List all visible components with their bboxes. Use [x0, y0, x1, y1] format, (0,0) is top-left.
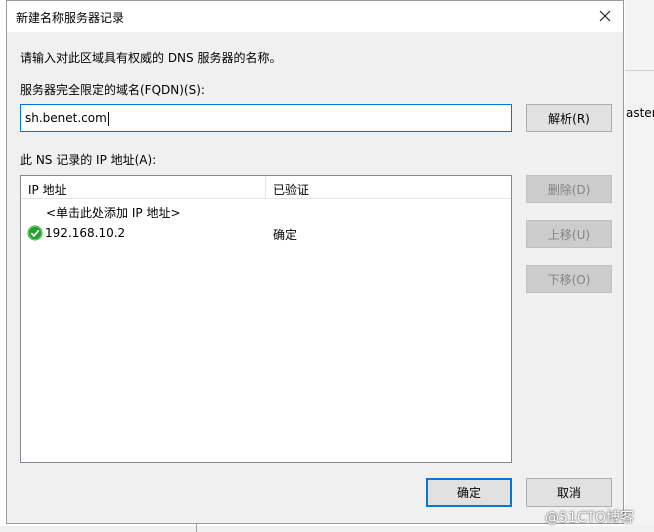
column-separator[interactable] — [265, 176, 266, 198]
dialog-title: 新建名称服务器记录 — [16, 11, 125, 25]
background-bottom-divider — [196, 524, 197, 532]
instruction-text: 请输入对此区域具有权威的 DNS 服务器的名称。 — [20, 51, 282, 65]
ok-button[interactable]: 确定 — [426, 478, 512, 507]
delete-button[interactable]: 删除(D) — [526, 175, 612, 203]
ip-list-label: 此 NS 记录的 IP 地址(A): — [20, 153, 157, 167]
add-ip-placeholder-row[interactable]: <单击此处添加 IP 地址> — [46, 204, 181, 221]
close-button[interactable] — [591, 2, 619, 30]
title-bar: 新建名称服务器记录 — [7, 1, 623, 32]
background-app-panel — [625, 0, 654, 532]
list-header: IP 地址 已验证 — [21, 176, 511, 199]
close-icon — [599, 10, 611, 22]
list-item[interactable]: 192.168.10.2 确定 — [21, 224, 511, 244]
background-app-text: aster — [626, 106, 654, 120]
cancel-button[interactable]: 取消 — [526, 478, 612, 507]
fqdn-value: sh.benet.com — [25, 111, 107, 125]
fqdn-label: 服务器完全限定的域名(FQDN)(S): — [20, 83, 205, 97]
new-ns-record-dialog: 新建名称服务器记录 请输入对此区域具有权威的 DNS 服务器的名称。 服务器完全… — [6, 0, 624, 524]
text-caret — [107, 111, 109, 126]
resolve-button[interactable]: 解析(R) — [526, 104, 612, 132]
move-up-button[interactable]: 上移(U) — [526, 220, 612, 248]
column-header-verified[interactable]: 已验证 — [273, 181, 309, 198]
watermark-text: @51CTO博客 — [545, 510, 635, 526]
background-divider — [625, 70, 654, 71]
fqdn-input[interactable]: sh.benet.com — [20, 104, 512, 132]
column-header-ip[interactable]: IP 地址 — [28, 181, 67, 198]
entry-ip: 192.168.10.2 — [45, 226, 126, 240]
entry-status: 确定 — [273, 228, 298, 242]
ip-address-list[interactable]: IP 地址 已验证 <单击此处添加 IP 地址> 192.168.10.2 确定 — [20, 175, 512, 463]
check-ok-icon — [27, 225, 43, 241]
move-down-button[interactable]: 下移(O) — [526, 265, 612, 293]
